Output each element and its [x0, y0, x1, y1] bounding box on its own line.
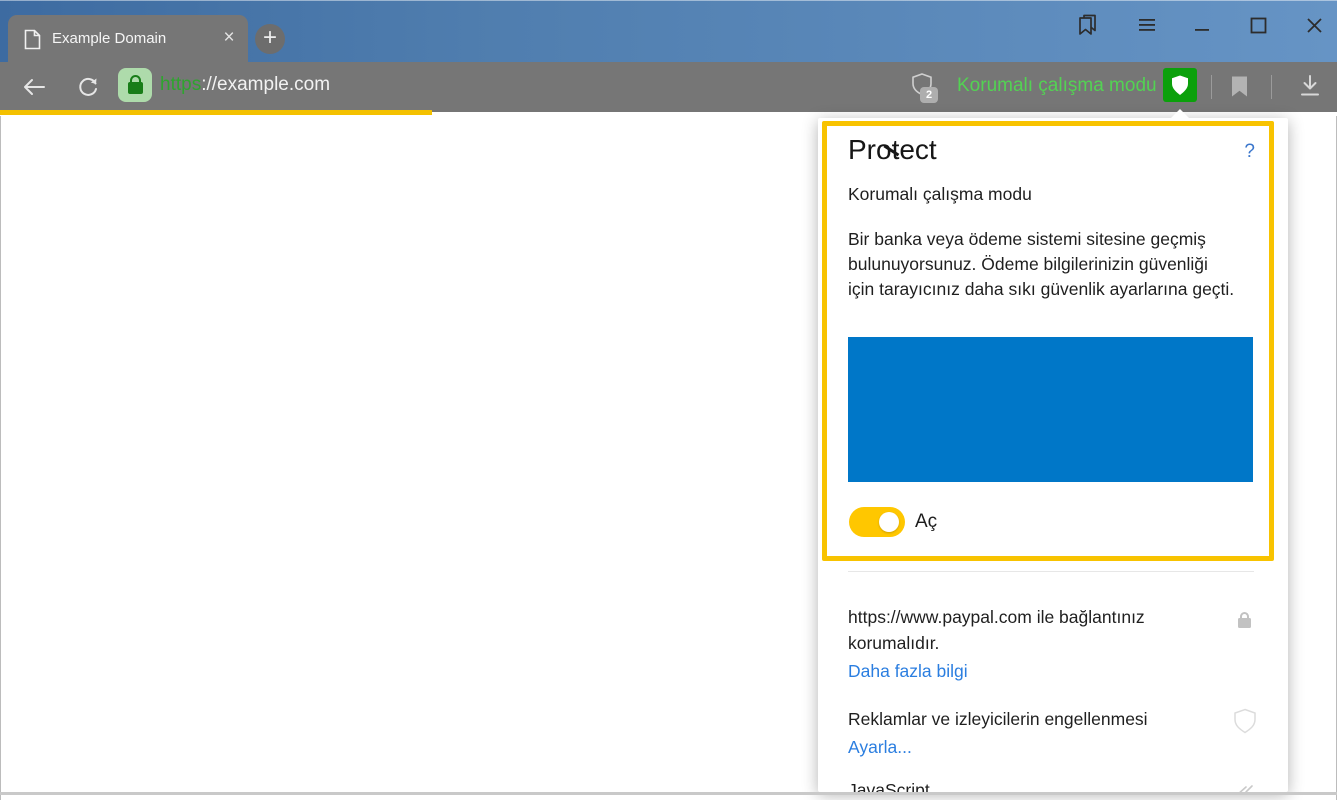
address-bar[interactable]: https://example.com: [160, 74, 330, 96]
toolbar-separator: [1271, 75, 1272, 99]
tab-close-icon[interactable]: ×: [216, 25, 242, 51]
page-load-progress-bar: [0, 110, 432, 115]
maximize-button[interactable]: [1240, 1, 1276, 49]
description-line: bulunuyorsunuz. Ödeme bilgilerinizin güv…: [848, 252, 1234, 277]
menu-button[interactable]: [1130, 1, 1164, 49]
download-button[interactable]: [1294, 70, 1326, 102]
panel-notch: [1171, 109, 1189, 118]
minimize-button[interactable]: [1184, 1, 1220, 49]
protect-shield-icon: [1171, 75, 1189, 96]
maximize-icon: [1250, 17, 1267, 34]
browser-window: Example Domain × +: [0, 0, 1337, 800]
toolbar-separator: [1211, 75, 1212, 99]
blocked-count-badge: 2: [920, 87, 938, 103]
window-border-left: [0, 116, 1, 800]
javascript-status-icon: [1234, 782, 1256, 792]
description-line: için tarayıcınız daha sıkı güvenlik ayar…: [848, 277, 1234, 302]
download-icon: [1299, 75, 1321, 97]
protect-button[interactable]: [1163, 68, 1197, 102]
url-rest: ://example.com: [201, 74, 330, 95]
close-button[interactable]: [1296, 1, 1332, 49]
ads-shield-icon: [1233, 708, 1257, 740]
collections-icon: [1075, 13, 1101, 38]
bookmark-icon: [1231, 76, 1248, 97]
more-info-link[interactable]: Daha fazla bilgi: [848, 661, 968, 682]
reload-button[interactable]: [66, 62, 110, 112]
connection-status-text: https://www.paypal.com ile bağlantınız k…: [848, 604, 1145, 656]
promo-image: [848, 337, 1253, 482]
connection-lock-icon: [1236, 612, 1258, 632]
help-link[interactable]: ?: [1244, 141, 1255, 163]
collections-button[interactable]: [1071, 1, 1105, 49]
protect-panel: Protect ? Korumalı çalışma modu Bir bank…: [818, 118, 1288, 792]
titlebar: Example Domain × +: [0, 0, 1337, 62]
panel-divider: [848, 571, 1254, 572]
back-button[interactable]: [12, 62, 56, 112]
panel-description: Bir banka veya ödeme sistemi sitesine ge…: [848, 227, 1234, 302]
hamburger-menu-icon: [1138, 18, 1156, 32]
tab-example-domain[interactable]: Example Domain ×: [8, 15, 248, 63]
toolbar: https://example.com 2 Korumalı çalışma m…: [0, 62, 1337, 112]
back-arrow-icon: [22, 78, 46, 96]
ads-blocking-label: Reklamlar ve izleyicilerin engellenmesi: [848, 706, 1148, 732]
panel-subtitle: Korumalı çalışma modu: [848, 184, 1032, 205]
site-security-badge[interactable]: [118, 68, 152, 102]
protect-mode-label[interactable]: Korumalı çalışma modu: [957, 75, 1157, 97]
minimize-icon: [1194, 17, 1210, 33]
tab-title: Example Domain: [52, 30, 166, 47]
bookmark-button[interactable]: [1224, 70, 1254, 102]
close-icon: [1306, 17, 1323, 34]
protected-mode-toggle[interactable]: [849, 507, 905, 537]
description-line: Bir banka veya ödeme sistemi sitesine ge…: [848, 227, 1234, 252]
blocked-items-button[interactable]: 2: [910, 72, 942, 104]
reload-icon: [77, 76, 99, 98]
page-icon: [24, 29, 41, 50]
javascript-label: JavaScript: [848, 777, 930, 792]
url-scheme: https: [160, 74, 201, 95]
toggle-knob: [879, 512, 899, 532]
window-border-bottom: [0, 792, 1337, 795]
new-tab-button[interactable]: +: [255, 24, 285, 54]
toggle-label: Aç: [915, 511, 937, 533]
ads-configure-link[interactable]: Ayarla...: [848, 737, 912, 758]
